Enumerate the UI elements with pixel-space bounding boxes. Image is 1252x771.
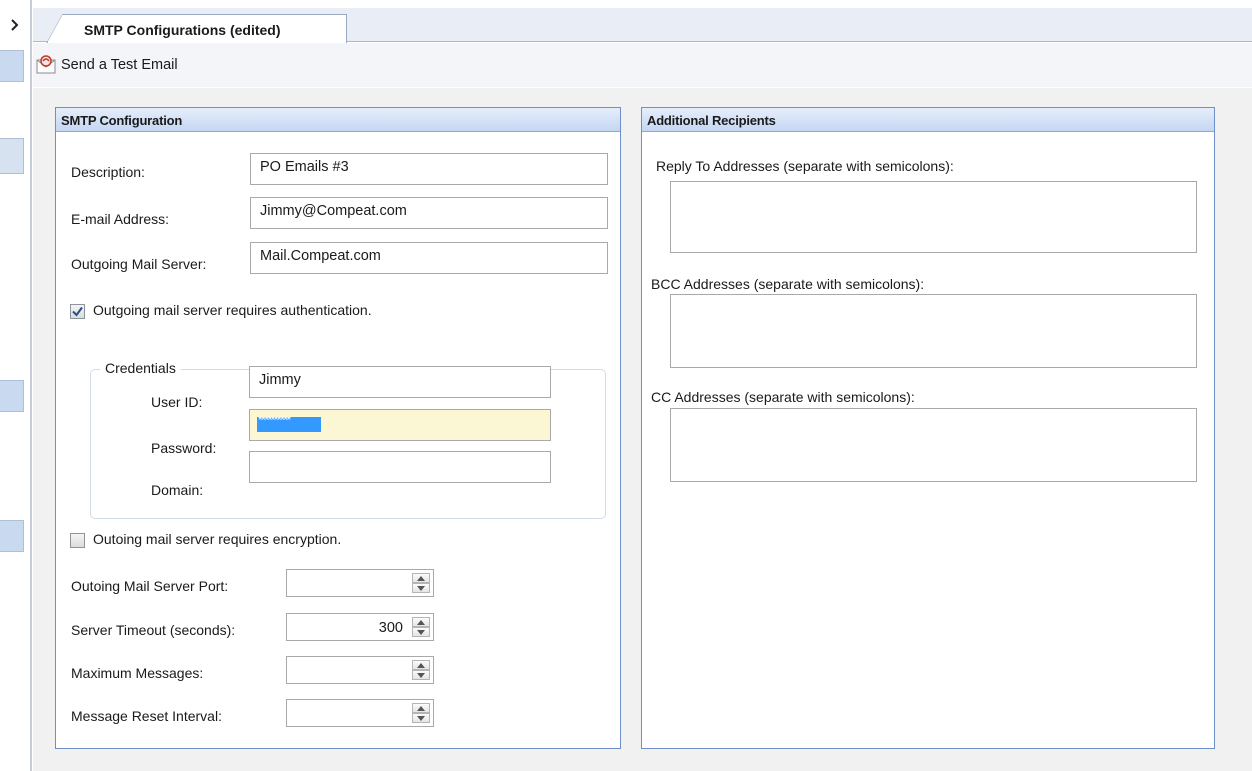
auth-required-checkbox[interactable] [70,304,85,319]
description-field[interactable]: PO Emails #3 [250,153,608,185]
maximum-messages-spinner[interactable] [286,656,434,684]
password-mask: ********** [258,417,291,427]
email-address-field[interactable]: Jimmy@Compeat.com [250,197,608,229]
domain-label: Domain: [151,482,204,498]
credentials-title: Credentials [100,360,181,376]
dock-tab-1[interactable] [0,50,24,82]
encryption-required-checkbox[interactable] [70,533,85,548]
email-envelope-icon [35,54,57,77]
content-area: SMTP Configuration Description: PO Email… [33,88,1252,771]
outgoing-mail-server-label: Outgoing Mail Server: [71,256,207,272]
max-messages-up-arrow-icon[interactable] [412,660,430,670]
maximum-messages-label: Maximum Messages: [71,665,204,681]
send-test-email-label: Send a Test Email [61,57,178,73]
user-id-field[interactable]: Jimmy [249,366,551,398]
server-timeout-spinner[interactable]: 300 [286,613,434,641]
cc-field[interactable] [670,408,1197,482]
left-dock-strip [0,0,25,771]
toolbar: Send a Test Email [33,43,1252,87]
domain-field[interactable] [249,451,551,483]
message-reset-interval-label: Message Reset Interval: [71,708,222,724]
splitter[interactable] [30,0,32,771]
server-timeout-value: 300 [378,620,403,636]
outgoing-mail-server-field[interactable]: Mail.Compeat.com [250,242,608,274]
max-messages-down-arrow-icon[interactable] [412,670,430,680]
description-label: Description: [71,164,145,180]
user-id-label: User ID: [151,394,203,410]
dock-tab-3[interactable] [0,380,24,412]
cc-label: CC Addresses (separate with semicolons): [651,389,915,405]
send-test-email-button[interactable]: Send a Test Email [35,54,178,76]
document-tab-strip: SMTP Configurations (edited) [33,8,1252,43]
bcc-label: BCC Addresses (separate with semicolons)… [651,276,925,292]
server-timeout-label: Server Timeout (seconds): [71,622,236,638]
dock-tab-4[interactable] [0,520,24,552]
port-label: Outoing Mail Server Port: [71,578,229,594]
message-reset-interval-spinner[interactable] [286,699,434,727]
reset-interval-up-arrow-icon[interactable] [412,703,430,713]
timeout-up-arrow-icon[interactable] [412,617,430,627]
dock-tab-2[interactable] [0,138,24,174]
timeout-down-arrow-icon[interactable] [412,627,430,637]
additional-recipients-header: Additional Recipients [642,108,1214,132]
additional-recipients-panel: Additional Recipients Reply To Addresses… [641,107,1215,749]
password-field[interactable]: ********** [249,409,551,441]
port-down-arrow-icon[interactable] [412,583,430,593]
reply-to-label: Reply To Addresses (separate with semico… [656,158,954,174]
auth-required-label[interactable]: Outgoing mail server requires authentica… [93,302,372,318]
bcc-field[interactable] [670,294,1197,368]
checkmark-icon [72,306,83,317]
password-label: Password: [151,440,217,456]
encryption-required-label[interactable]: Outoing mail server requires encryption. [93,531,341,547]
reset-interval-down-arrow-icon[interactable] [412,713,430,723]
smtp-configuration-header: SMTP Configuration [56,108,620,132]
smtp-configuration-panel: SMTP Configuration Description: PO Email… [55,107,621,749]
reply-to-field[interactable] [670,181,1197,253]
port-up-arrow-icon[interactable] [412,573,430,583]
email-address-label: E-mail Address: [71,211,170,227]
port-spinner[interactable] [286,569,434,597]
tab-smtp-configurations[interactable]: SMTP Configurations (edited) [47,14,347,43]
password-selection: ********** [257,417,321,432]
collapse-chevron-icon[interactable] [11,18,19,31]
